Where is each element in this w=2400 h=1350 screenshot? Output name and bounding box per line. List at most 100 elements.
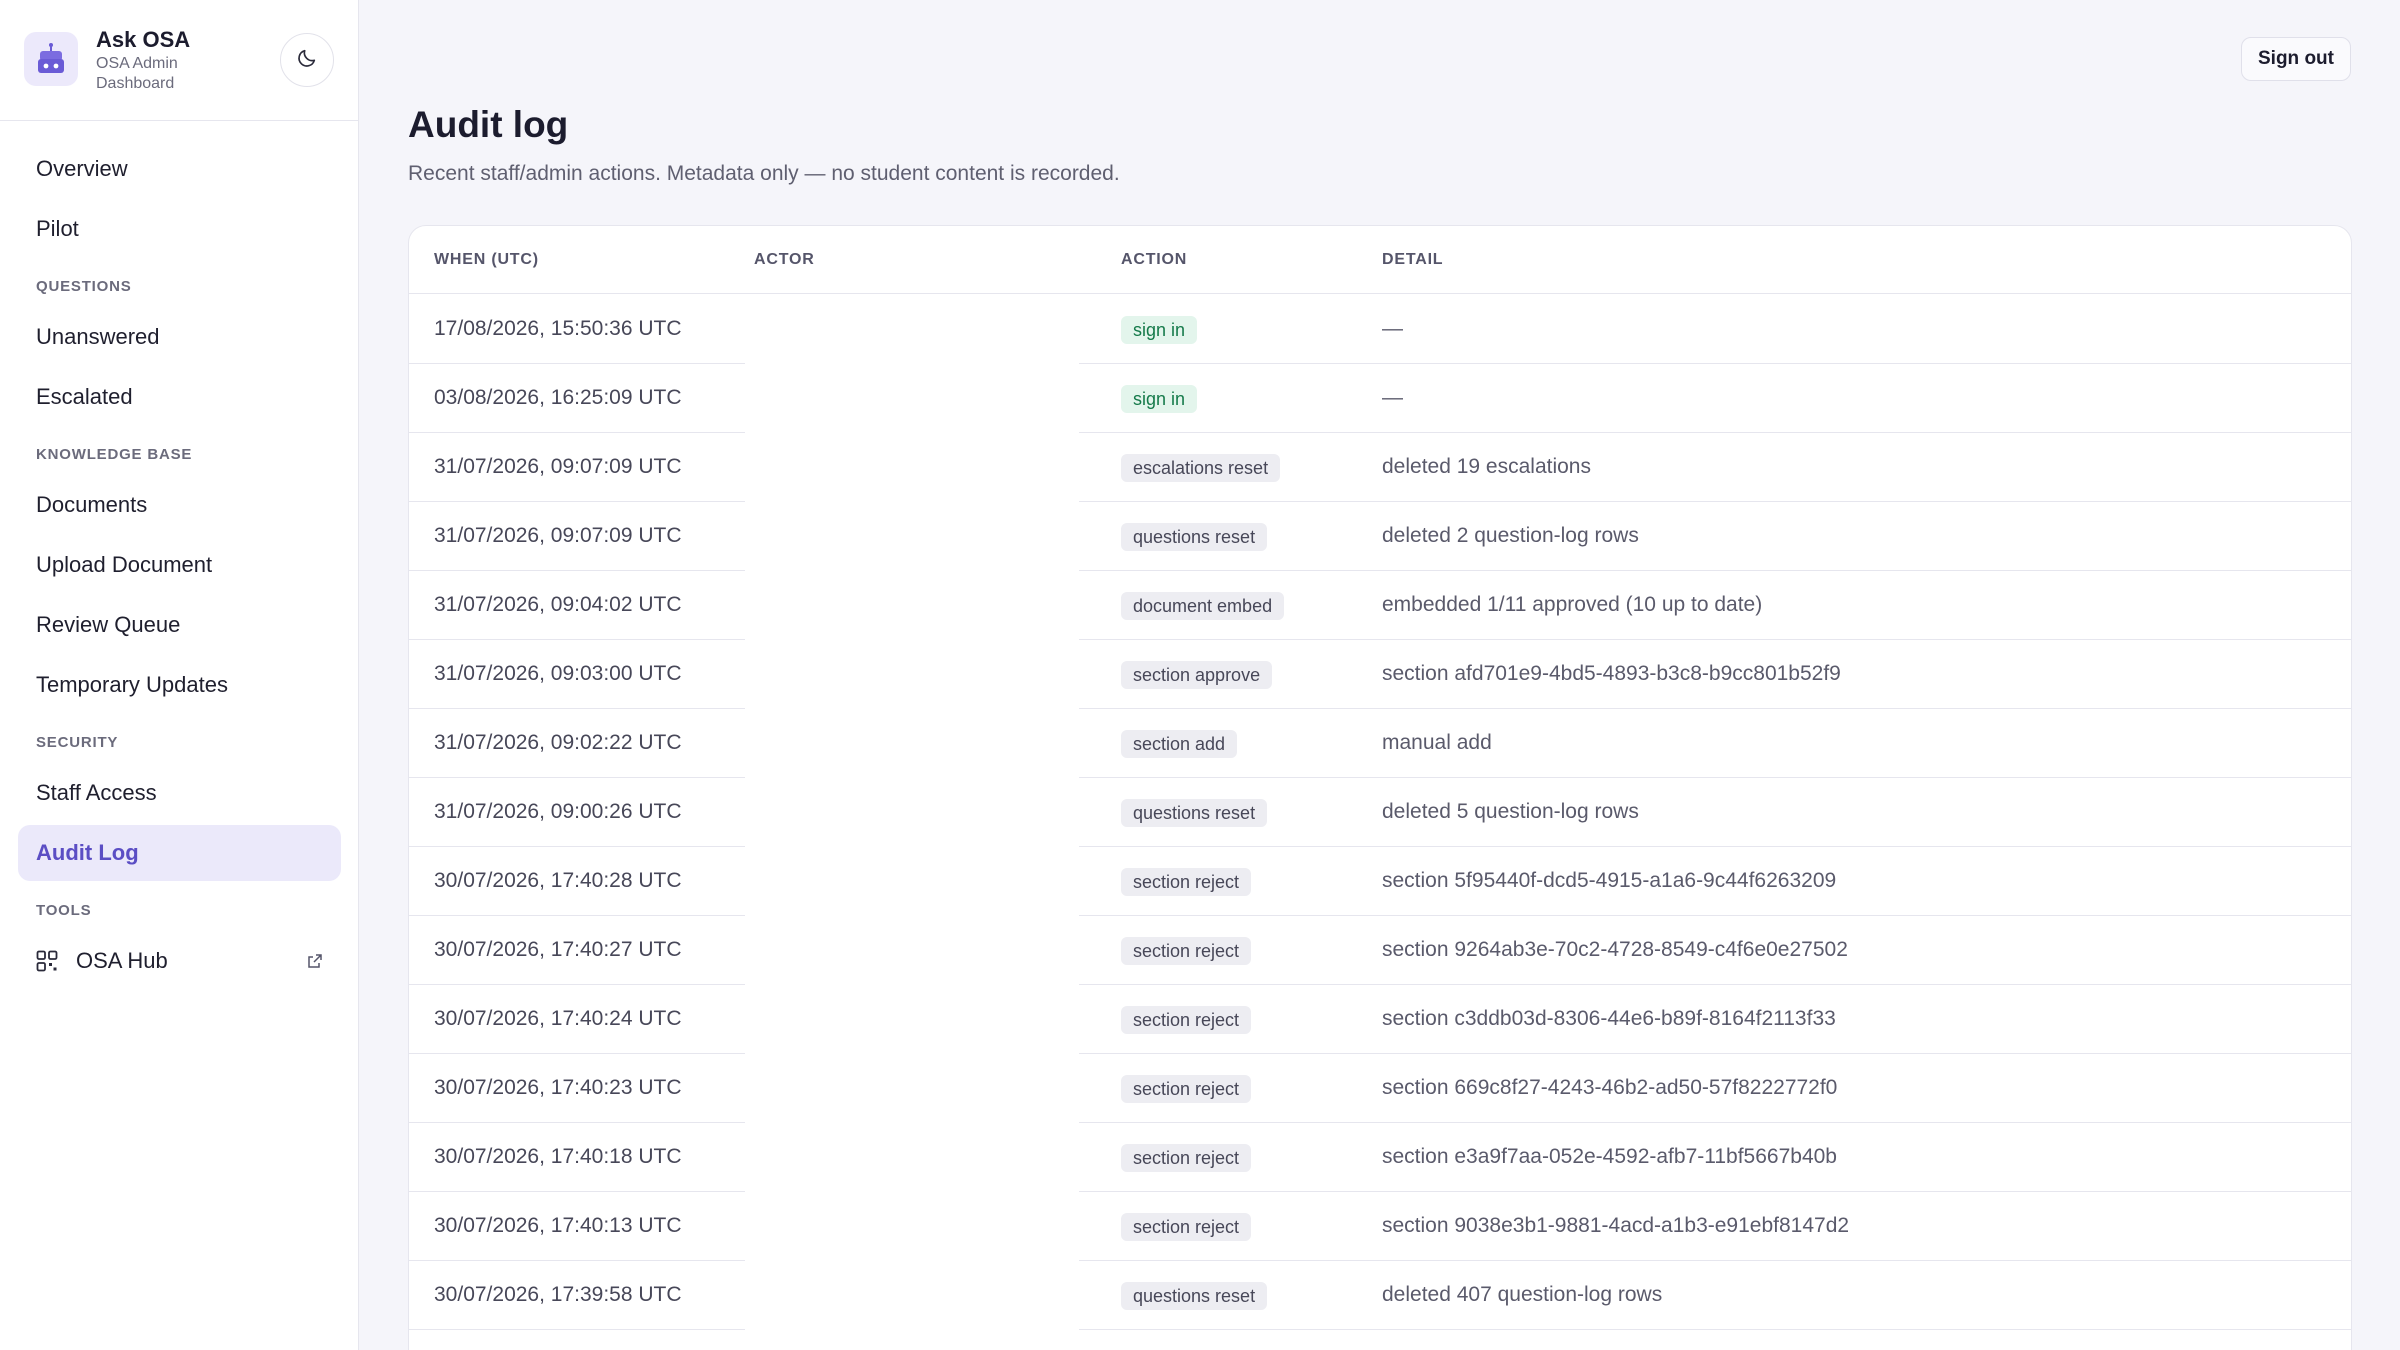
- action-badge: questions reset: [1121, 523, 1268, 551]
- cell-when: 30/07/2026, 17:40:13 UTC: [434, 1214, 682, 1237]
- column-header-actor: ACTOR: [754, 251, 815, 268]
- sidebar-item-label: Documents: [36, 492, 148, 517]
- table-row: 31/07/2026, 09:07:09 UTC escalations rese…: [409, 433, 2351, 502]
- action-badge: section reject: [1121, 937, 1252, 965]
- table-row: 31/07/2026, 09:04:02 UTC document embed em…: [409, 571, 2351, 640]
- action-badge: section reject: [1121, 1075, 1252, 1103]
- sidebar-section-questions: QUESTIONS: [36, 278, 132, 295]
- cell-when: 31/07/2026, 09:02:22 UTC: [434, 731, 682, 754]
- table-row: 03/08/2026, 16:25:09 UTC sign in —: [409, 364, 2351, 433]
- sidebar-item-label: Temporary Updates: [36, 672, 228, 697]
- sidebar-item-osa-hub[interactable]: OSA Hub: [18, 933, 341, 989]
- action-badge: section add: [1121, 730, 1238, 758]
- external-link-icon: [307, 953, 323, 969]
- sidebar-section-security: SECURITY: [36, 734, 119, 751]
- action-badge: section reject: [1121, 1006, 1252, 1034]
- cell-when: 31/07/2026, 09:00:26 UTC: [434, 800, 682, 823]
- sidebar-item-overview[interactable]: Overview: [18, 141, 341, 197]
- cell-detail: manual add: [1382, 731, 1492, 754]
- theme-toggle-button[interactable]: [280, 33, 334, 87]
- sidebar-item-pilot[interactable]: Pilot: [18, 201, 341, 257]
- audit-log-table: WHEN (UTC) ACTOR ACTION DETAIL 17/08/202…: [408, 225, 2352, 1350]
- row-divider: [409, 1329, 745, 1330]
- sidebar-item-label: Overview: [36, 156, 128, 181]
- table-row: 31/07/2026, 09:00:26 UTC questions reset d…: [409, 778, 2351, 847]
- table-row: 30/07/2026, 17:40:24 UTC section reject se…: [409, 985, 2351, 1054]
- brand-subtitle: OSA Admin Dashboard: [96, 55, 178, 92]
- action-badge: sign in: [1121, 316, 1198, 344]
- sidebar-item-label: Review Queue: [36, 612, 181, 637]
- cell-when: 30/07/2026, 17:39:58 UTC: [434, 1283, 682, 1306]
- cell-detail: section afd701e9-4bd5-4893-b3c8-b9cc801b…: [1382, 662, 1841, 685]
- table-row: 30/07/2026, 17:40:27 UTC section reject se…: [409, 916, 2351, 985]
- action-badge: section reject: [1121, 868, 1252, 896]
- table-row: 30/07/2026, 17:40:13 UTC section reject se…: [409, 1192, 2351, 1261]
- cell-when: 31/07/2026, 09:07:09 UTC: [434, 524, 682, 547]
- sidebar: Ask OSA OSA Admin Dashboard Overview Pil…: [0, 0, 359, 1350]
- sidebar-section-tools: TOOLS: [36, 902, 92, 919]
- sidebar-item-upload-document[interactable]: Upload Document: [18, 537, 341, 593]
- sidebar-item-label: Audit Log: [36, 840, 139, 865]
- sidebar-item-label: Upload Document: [36, 552, 213, 577]
- table-row: 31/07/2026, 09:03:00 UTC section approve s…: [409, 640, 2351, 709]
- action-badge: questions reset: [1121, 799, 1268, 827]
- cell-when: 03/08/2026, 16:25:09 UTC: [434, 386, 682, 409]
- sidebar-item-audit-log[interactable]: Audit Log: [18, 825, 341, 881]
- cell-detail: deleted 2 question-log rows: [1382, 524, 1639, 547]
- cell-detail: section 669c8f27-4243-46b2-ad50-57f82227…: [1382, 1076, 1838, 1099]
- cell-detail: section 9038e3b1-9881-4acd-a1b3-e91ebf81…: [1382, 1214, 1850, 1237]
- row-divider: [1079, 1329, 2351, 1330]
- column-header-when: WHEN (UTC): [434, 251, 539, 268]
- cell-when: 30/07/2026, 17:40:23 UTC: [434, 1076, 682, 1099]
- action-badge: section approve: [1121, 661, 1273, 689]
- table-row: 31/07/2026, 09:07:09 UTC questions reset d…: [409, 502, 2351, 571]
- sidebar-item-escalated[interactable]: Escalated: [18, 369, 341, 425]
- sidebar-item-label: OSA Hub: [76, 948, 168, 973]
- action-badge: escalations reset: [1121, 454, 1281, 482]
- table-row: 30/07/2026, 17:40:23 UTC section reject se…: [409, 1054, 2351, 1123]
- cell-detail: deleted 19 escalations: [1382, 455, 1591, 478]
- sidebar-item-label: Escalated: [36, 384, 133, 409]
- cell-when: 30/07/2026, 17:40:18 UTC: [434, 1145, 682, 1168]
- brand-title: Ask OSA: [96, 27, 191, 52]
- sidebar-section-knowledge-base: KNOWLEDGE BASE: [36, 446, 193, 463]
- table-row: 31/07/2026, 09:02:22 UTC section add manua…: [409, 709, 2351, 778]
- grid-icon: [36, 950, 58, 972]
- sidebar-item-temporary-updates[interactable]: Temporary Updates: [18, 657, 341, 713]
- cell-when: 31/07/2026, 09:04:02 UTC: [434, 593, 682, 616]
- cell-when: 31/07/2026, 09:03:00 UTC: [434, 662, 682, 685]
- page-subtitle: Recent staff/admin actions. Metadata onl…: [408, 162, 1120, 185]
- sidebar-item-label: Staff Access: [36, 780, 157, 805]
- cell-detail: section 5f95440f-dcd5-4915-a1a6-9c44f626…: [1382, 869, 1837, 892]
- column-header-detail: DETAIL: [1382, 251, 1444, 268]
- table-row: 30/07/2026, 17:40:28 UTC section reject se…: [409, 847, 2351, 916]
- action-badge: sign in: [1121, 385, 1198, 413]
- table-row: 30/07/2026, 17:40:18 UTC section reject se…: [409, 1123, 2351, 1192]
- sidebar-item-staff-access[interactable]: Staff Access: [18, 765, 341, 821]
- sidebar-item-documents[interactable]: Documents: [18, 477, 341, 533]
- action-badge: questions reset: [1121, 1282, 1268, 1310]
- column-header-action: ACTION: [1121, 251, 1188, 268]
- cell-detail: embedded 1/11 approved (10 up to date): [1382, 593, 1763, 616]
- sidebar-item-review-queue[interactable]: Review Queue: [18, 597, 341, 653]
- sidebar-item-label: Pilot: [36, 216, 79, 241]
- cell-when: 31/07/2026, 09:07:09 UTC: [434, 455, 682, 478]
- cell-detail: —: [1382, 386, 1403, 409]
- cell-when: 30/07/2026, 17:40:27 UTC: [434, 938, 682, 961]
- action-badge: document embed: [1121, 592, 1285, 620]
- cell-detail: —: [1382, 317, 1403, 340]
- cell-when: 17/08/2026, 15:50:36 UTC: [434, 317, 682, 340]
- cell-when: 30/07/2026, 17:40:24 UTC: [434, 1007, 682, 1030]
- action-badge: section reject: [1121, 1144, 1252, 1172]
- cell-detail: section e3a9f7aa-052e-4592-afb7-11bf5667…: [1382, 1145, 1837, 1168]
- sidebar-item-unanswered[interactable]: Unanswered: [18, 309, 341, 365]
- cell-detail: deleted 5 question-log rows: [1382, 800, 1639, 823]
- sidebar-nav: Overview Pilot QUESTIONS Unanswered Esca…: [18, 141, 341, 993]
- robot-logo-icon: [24, 32, 78, 86]
- cell-detail: deleted 407 question-log rows: [1382, 1283, 1663, 1306]
- moon-icon: [296, 47, 318, 74]
- table-row: 30/07/2026, 17:39:58 UTC questions reset d…: [409, 1261, 2351, 1330]
- sign-out-button[interactable]: Sign out: [2241, 37, 2351, 81]
- table-row: 17/08/2026, 15:50:36 UTC sign in —: [409, 295, 2351, 364]
- brand-header: Ask OSA OSA Admin Dashboard: [0, 0, 358, 121]
